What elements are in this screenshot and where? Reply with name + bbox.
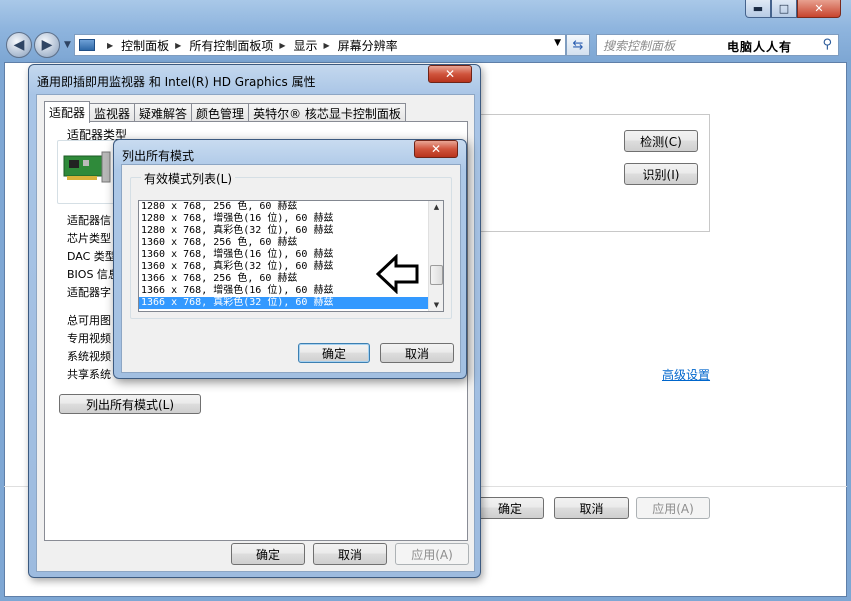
control-panel-icon bbox=[79, 39, 95, 51]
list-all-modes-dialog: 列出所有模式 ✕ 有效模式列表(L) 1280 x 768, 256 色, 60… bbox=[113, 139, 467, 379]
list-all-modes-button[interactable]: 列出所有模式(L) bbox=[59, 394, 201, 414]
back-button[interactable]: ◀ bbox=[6, 32, 32, 58]
system-video-memory-label: 系统视频 bbox=[67, 350, 111, 363]
search-input[interactable]: 搜索控制面板 电脑人人有 ⚲ bbox=[596, 34, 839, 56]
scrollbar-thumb[interactable] bbox=[430, 265, 443, 285]
tab-adapter[interactable]: 适配器 bbox=[44, 101, 91, 123]
scroll-up-icon[interactable]: ▲ bbox=[429, 201, 443, 213]
breadcrumb-screen-resolution[interactable]: 屏幕分辨率 bbox=[338, 37, 398, 54]
tab-color-management[interactable]: 颜色管理 bbox=[191, 103, 250, 123]
modes-ok-button[interactable]: 确定 bbox=[298, 343, 370, 363]
address-bar[interactable]: ▶ 控制面板 ▶ 所有控制面板项 ▶ 显示 ▶ 屏幕分辨率 ▼ bbox=[74, 34, 566, 56]
address-dropdown-icon[interactable]: ▼ bbox=[554, 38, 561, 48]
breadcrumb-all-items[interactable]: 所有控制面板项 bbox=[189, 37, 273, 54]
identify-button[interactable]: 识别(I) bbox=[624, 163, 698, 185]
advanced-settings-link[interactable]: 高级设置 bbox=[662, 366, 710, 383]
list-item[interactable]: 1280 x 768, 增强色(16 位), 60 赫兹 bbox=[139, 213, 443, 225]
modes-dialog-client: 有效模式列表(L) 1280 x 768, 256 色, 60 赫兹 1280 … bbox=[121, 164, 461, 373]
chip-type-label: 芯片类型 bbox=[67, 232, 111, 245]
explorer-apply-button[interactable]: 应用(A) bbox=[636, 497, 710, 519]
minimize-button[interactable]: ▬ bbox=[745, 0, 771, 18]
dedicated-memory-label: 专用视频 bbox=[67, 332, 111, 345]
total-memory-label: 总可用图 bbox=[67, 314, 111, 327]
list-item[interactable]: 1280 x 768, 256 色, 60 赫兹 bbox=[139, 201, 443, 213]
modes-close-button[interactable]: ✕ bbox=[414, 140, 458, 158]
list-item[interactable]: 1280 x 768, 真彩色(32 位), 60 赫兹 bbox=[139, 225, 443, 237]
tab-intel-control-panel[interactable]: 英特尔® 核芯显卡控制面板 bbox=[248, 103, 406, 123]
dialog-title: 通用即插即用监视器 和 Intel(R) HD Graphics 属性 bbox=[37, 75, 316, 89]
search-placeholder: 搜索控制面板 bbox=[603, 38, 676, 53]
adapter-info-label: 适配器信 bbox=[67, 214, 111, 227]
watermark-text: 电脑人人有 bbox=[727, 40, 793, 54]
navigation-buttons: ◀ ▶ ▼ bbox=[6, 32, 71, 58]
pointer-arrow-icon bbox=[376, 254, 419, 294]
detect-button[interactable]: 检测(C) bbox=[624, 130, 698, 152]
chevron-right-icon[interactable]: ▶ bbox=[107, 41, 113, 50]
props-apply-button[interactable]: 应用(A) bbox=[395, 543, 469, 565]
valid-modes-label: 有效模式列表(L) bbox=[141, 170, 236, 187]
chevron-right-icon[interactable]: ▶ bbox=[324, 41, 330, 50]
valid-modes-group: 有效模式列表(L) 1280 x 768, 256 色, 60 赫兹 1280 … bbox=[130, 170, 452, 319]
chevron-right-icon[interactable]: ▶ bbox=[279, 41, 285, 50]
explorer-cancel-button[interactable]: 取消 bbox=[554, 497, 629, 519]
explorer-ok-button[interactable]: 确定 bbox=[476, 497, 544, 519]
list-item[interactable]: 1360 x 768, 256 色, 60 赫兹 bbox=[139, 237, 443, 249]
props-cancel-button[interactable]: 取消 bbox=[313, 543, 387, 565]
refresh-icon: ⇆ bbox=[572, 37, 584, 53]
list-item-selected[interactable]: 1366 x 768, 真彩色(32 位), 60 赫兹 bbox=[139, 297, 443, 309]
recent-pages-dropdown[interactable]: ▼ bbox=[64, 40, 71, 50]
chevron-right-icon[interactable]: ▶ bbox=[175, 41, 181, 50]
maximize-button[interactable]: □ bbox=[771, 0, 797, 18]
breadcrumb-control-panel[interactable]: 控制面板 bbox=[121, 37, 169, 54]
dac-type-label: DAC 类型 bbox=[67, 250, 116, 263]
close-button[interactable]: ✕ bbox=[797, 0, 841, 18]
bios-info-label: BIOS 信息 bbox=[67, 268, 119, 281]
forward-button[interactable]: ▶ bbox=[34, 32, 60, 58]
scroll-down-icon[interactable]: ▼ bbox=[429, 299, 443, 311]
vertical-scrollbar[interactable]: ▲ ▼ bbox=[428, 201, 443, 311]
breadcrumb-display[interactable]: 显示 bbox=[294, 37, 318, 54]
refresh-button[interactable]: ⇆ bbox=[566, 34, 590, 56]
modes-cancel-button[interactable]: 取消 bbox=[380, 343, 454, 363]
tab-troubleshoot[interactable]: 疑难解答 bbox=[134, 103, 193, 123]
search-icon[interactable]: ⚲ bbox=[822, 37, 832, 52]
props-ok-button[interactable]: 确定 bbox=[231, 543, 305, 565]
tab-strip: 适配器 监视器 疑难解答 颜色管理 英特尔® 核芯显卡控制面板 bbox=[44, 101, 406, 123]
tab-monitor[interactable]: 监视器 bbox=[89, 103, 136, 123]
dialog-close-button[interactable]: ✕ bbox=[428, 65, 472, 83]
window-caption-buttons: ▬ □ ✕ bbox=[745, 0, 841, 18]
arrow-right-icon: ▶ bbox=[41, 37, 53, 53]
adapter-string-label: 适配器字 bbox=[67, 286, 111, 299]
shared-memory-label: 共享系统 bbox=[67, 368, 111, 381]
arrow-left-icon: ◀ bbox=[13, 37, 25, 53]
video-card-icon bbox=[63, 151, 111, 183]
modes-dialog-title: 列出所有模式 bbox=[122, 149, 195, 163]
